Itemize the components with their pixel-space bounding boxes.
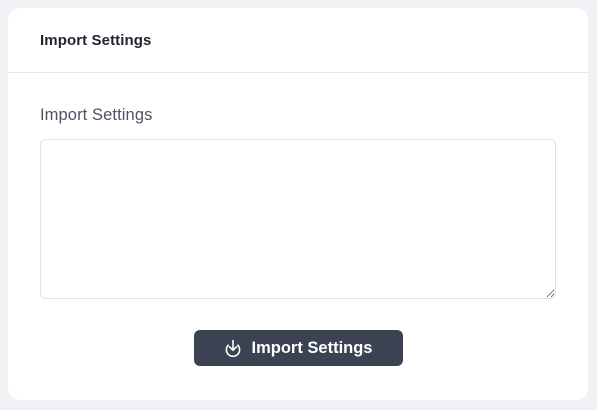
import-settings-card: Import Settings Import Settings Import S… [8, 8, 588, 400]
card-header: Import Settings [8, 8, 588, 73]
import-settings-textarea[interactable] [40, 139, 556, 299]
card-body: Import Settings Import Settings [8, 106, 588, 366]
card-title: Import Settings [40, 31, 152, 49]
import-settings-button-label: Import Settings [251, 338, 373, 357]
card-actions: Import Settings [40, 330, 556, 366]
import-settings-button[interactable]: Import Settings [193, 330, 403, 366]
import-settings-label: Import Settings [40, 106, 153, 124]
download-icon [223, 338, 243, 358]
